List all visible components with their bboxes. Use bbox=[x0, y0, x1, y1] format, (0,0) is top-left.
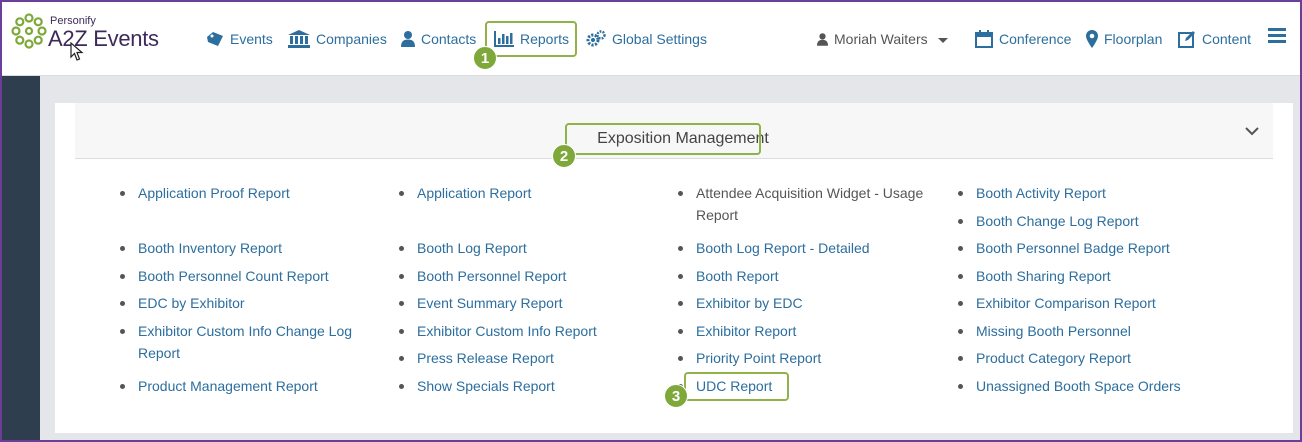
nav-events-label: Events bbox=[230, 31, 273, 47]
chevron-down-icon[interactable] bbox=[1245, 127, 1259, 136]
report-link[interactable]: Show Specials Report bbox=[399, 375, 555, 397]
report-link[interactable]: Exhibitor Custom Info Change Log Report bbox=[120, 320, 352, 364]
nav-contacts[interactable]: Contacts bbox=[401, 26, 476, 52]
caret-down-icon bbox=[937, 38, 948, 43]
app-window: Personify A2Z Events Events Companies Co… bbox=[0, 0, 1302, 442]
report-link[interactable]: Application Report bbox=[399, 182, 531, 204]
reports-highlight bbox=[485, 21, 577, 57]
report-link[interactable]: Unassigned Booth Space Orders bbox=[958, 375, 1181, 397]
tag-icon bbox=[207, 32, 223, 46]
exposition-highlight bbox=[565, 123, 761, 155]
sidebar-strip bbox=[2, 76, 40, 440]
report-link[interactable]: Exhibitor by EDC bbox=[678, 292, 803, 314]
report-link[interactable]: Booth Inventory Report bbox=[120, 237, 282, 259]
step-badge-3: 3 bbox=[664, 384, 688, 408]
report-link[interactable]: Exhibitor Report bbox=[678, 320, 796, 342]
report-link[interactable]: Missing Booth Personnel bbox=[958, 320, 1131, 342]
nav-events[interactable]: Events bbox=[206, 26, 273, 52]
report-link-line: Report bbox=[138, 345, 181, 361]
report-link[interactable]: Booth Report bbox=[678, 265, 779, 287]
report-link[interactable]: Booth Personnel Count Report bbox=[120, 265, 329, 287]
report-link[interactable]: Booth Change Log Report bbox=[958, 210, 1139, 232]
nav-conference-label: Conference bbox=[999, 31, 1072, 47]
user-icon bbox=[401, 31, 415, 47]
top-navigation-bar: Personify A2Z Events Events Companies Co… bbox=[2, 2, 1300, 76]
udc-highlight bbox=[684, 372, 789, 401]
nav-companies[interactable]: Companies bbox=[288, 26, 387, 52]
nav-content[interactable]: Content bbox=[1178, 26, 1251, 52]
content-band bbox=[40, 76, 1300, 102]
brand-name: A2Z Events bbox=[48, 26, 159, 51]
flower-logo-icon bbox=[11, 13, 47, 49]
user-icon bbox=[817, 32, 828, 46]
report-link[interactable]: EDC by Exhibitor bbox=[120, 292, 245, 314]
nav-global-settings[interactable]: Global Settings bbox=[586, 26, 707, 52]
user-menu[interactable]: Moriah Waiters bbox=[817, 26, 948, 52]
report-link[interactable]: Application Proof Report bbox=[120, 182, 290, 204]
brand-logo[interactable]: Personify A2Z Events bbox=[10, 12, 180, 56]
report-link[interactable]: Booth Activity Report bbox=[958, 182, 1106, 204]
report-link[interactable]: Booth Sharing Report bbox=[958, 265, 1111, 287]
map-marker-icon bbox=[1086, 30, 1098, 48]
report-link[interactable]: Exhibitor Custom Info Report bbox=[399, 320, 597, 342]
nav-conference[interactable]: Conference bbox=[975, 26, 1071, 52]
report-link[interactable]: Booth Personnel Report bbox=[399, 265, 566, 287]
report-link[interactable]: Priority Point Report bbox=[678, 347, 821, 369]
step-badge-2: 2 bbox=[552, 144, 576, 168]
report-link-line: Exhibitor Custom Info Change Log bbox=[138, 323, 353, 339]
nav-contacts-label: Contacts bbox=[421, 31, 477, 47]
nav-floorplan[interactable]: Floorplan bbox=[1086, 26, 1162, 52]
gears-icon bbox=[586, 30, 606, 47]
nav-companies-label: Companies bbox=[316, 31, 387, 47]
report-link[interactable]: Press Release Report bbox=[399, 347, 554, 369]
report-link-line: Attendee Acquisition Widget - Usage bbox=[696, 185, 924, 201]
edit-icon bbox=[1178, 31, 1195, 48]
bank-icon bbox=[288, 30, 310, 48]
calendar-icon bbox=[975, 30, 993, 48]
mouse-cursor-icon bbox=[70, 42, 84, 61]
report-link[interactable]: Booth Log Report bbox=[399, 237, 527, 259]
report-link[interactable]: Exhibitor Comparison Report bbox=[958, 292, 1156, 314]
report-link[interactable]: Booth Personnel Badge Report bbox=[958, 237, 1170, 259]
report-link[interactable]: Product Management Report bbox=[120, 375, 318, 397]
report-link[interactable]: Event Summary Report bbox=[399, 292, 563, 314]
hamburger-menu-icon[interactable] bbox=[1268, 28, 1286, 43]
report-link[interactable]: Booth Log Report - Detailed bbox=[678, 237, 870, 259]
user-name: Moriah Waiters bbox=[834, 31, 928, 47]
report-link[interactable]: Attendee Acquisition Widget - Usage Repo… bbox=[678, 182, 923, 226]
report-link-line: Report bbox=[696, 207, 739, 223]
nav-floorplan-label: Floorplan bbox=[1104, 31, 1163, 47]
step-badge-1: 1 bbox=[473, 46, 497, 70]
report-link[interactable]: Product Category Report bbox=[958, 347, 1131, 369]
nav-content-label: Content bbox=[1202, 31, 1252, 47]
exposition-management-panel: Exposition Management 2 Application Proo… bbox=[55, 103, 1293, 433]
nav-global-settings-label: Global Settings bbox=[612, 31, 707, 47]
